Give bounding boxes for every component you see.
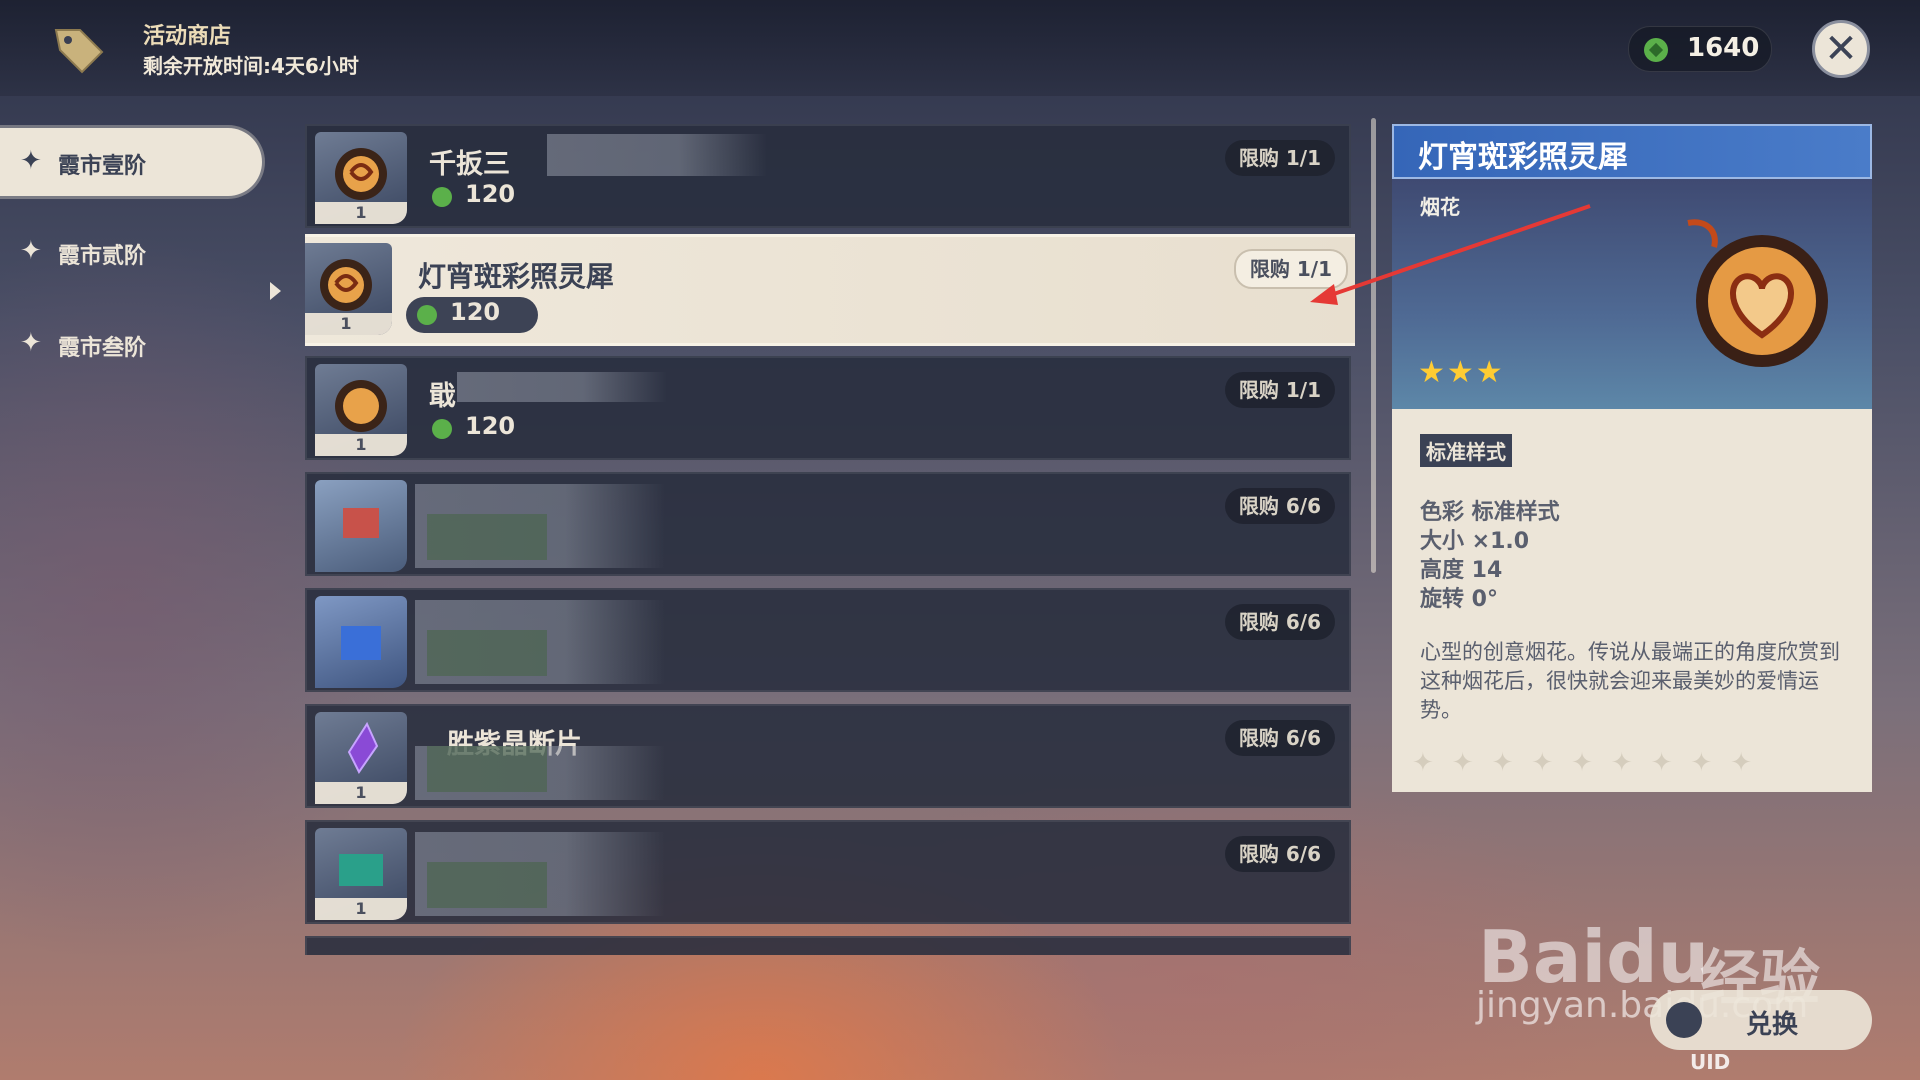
item-thumbnail: 1 — [315, 132, 407, 224]
item-price: 120 — [450, 298, 501, 326]
shop-row[interactable]: 1 戢 120 限购 1/1 — [305, 356, 1351, 460]
uid-label: UID — [1690, 1050, 1731, 1074]
shop-row[interactable]: 1 限购 6/6 — [305, 820, 1351, 924]
attr-rotation: 旋转 0° — [1420, 587, 1498, 612]
detail-title: 灯宵斑彩照灵犀 — [1418, 140, 1628, 175]
item-name: 戢 — [429, 381, 456, 412]
shop-tag-icon — [54, 29, 104, 74]
item-category: 烟花 — [1420, 195, 1460, 219]
crystal-icon — [347, 721, 379, 774]
shop-item-list[interactable]: 1 千扳三 120 限购 1/1 1 灯宵斑彩照灵犀 120 限购 1/1 1 … — [305, 120, 1355, 955]
mosaic-blur — [547, 134, 767, 176]
sidebar-item-label: 霞市叁阶 — [58, 336, 147, 361]
item-thumbnail — [315, 480, 407, 572]
purchase-limit-badge: 限购 6/6 — [1224, 488, 1335, 524]
purchase-limit-badge: 限购 1/1 — [1224, 140, 1335, 176]
detail-hero: 烟花 ★★★ — [1392, 179, 1872, 409]
firework-icon — [335, 380, 387, 432]
item-description: 心型的创意烟花。传说从最端正的角度欣赏到这种烟花后，很快就会迎来最美妙的爱情运势… — [1420, 640, 1840, 722]
sidebar-item-label: 霞市贰阶 — [58, 244, 147, 269]
shop-row[interactable]: 限购 6/6 — [305, 588, 1351, 692]
sidebar-item-tier-3[interactable]: ✦ 霞市叁阶 — [0, 310, 262, 378]
style-tag: 标准样式 — [1420, 434, 1512, 467]
mosaic-blur — [339, 854, 383, 886]
currency-amount: 1640 — [1687, 33, 1760, 63]
detail-header: 灯宵斑彩照灵犀 — [1392, 124, 1872, 179]
rarity-stars: ★★★ — [1418, 355, 1505, 390]
item-name: 灯宵斑彩照灵犀 — [418, 260, 615, 293]
shop-timer: 剩余开放时间:4天6小时 — [143, 54, 359, 78]
item-price: 120 — [465, 412, 516, 440]
mosaic-blur — [427, 630, 547, 676]
confirm-icon — [1666, 1002, 1702, 1038]
firework-icon — [320, 259, 372, 311]
sparkle-icon: ✦ — [20, 328, 42, 358]
item-thumbnail: 1 — [305, 243, 392, 335]
sparkle-icon: ✦ — [20, 146, 42, 176]
mosaic-blur — [341, 626, 381, 660]
item-thumbnail — [315, 596, 407, 688]
sparkle-icon: ✦ — [20, 236, 42, 266]
firework-icon — [335, 148, 387, 200]
purchase-limit-badge: 限购 6/6 — [1224, 836, 1335, 872]
shop-row[interactable]: 限购 6/6 — [305, 472, 1351, 576]
shop-row-partial[interactable] — [305, 936, 1351, 955]
coin-icon — [1644, 38, 1668, 62]
purchase-limit-badge: 限购 6/6 — [1224, 604, 1335, 640]
item-quantity: 1 — [315, 434, 407, 456]
item-thumbnail: 1 — [315, 364, 407, 456]
decorative-stripe: ✦✦✦✦✦✦✦✦✦ — [1412, 748, 1771, 778]
mosaic-blur — [427, 862, 547, 908]
heart-firework-icon — [1687, 219, 1828, 367]
mosaic-blur — [427, 746, 547, 792]
item-thumbnail: 1 — [315, 712, 407, 804]
exchange-button[interactable]: 兑换 — [1650, 990, 1872, 1050]
exchange-label: 兑换 — [1746, 1010, 1799, 1040]
item-quantity: 1 — [305, 313, 392, 335]
attr-height: 高度 14 — [1420, 558, 1503, 583]
shop-row[interactable]: 1 千扳三 120 限购 1/1 — [305, 124, 1351, 228]
item-quantity: 1 — [315, 782, 407, 804]
coin-icon — [432, 419, 452, 439]
item-name: 千扳三 — [429, 149, 510, 180]
shop-row-selected[interactable]: 1 灯宵斑彩照灵犀 120 限购 1/1 — [305, 234, 1355, 346]
sidebar-item-label: 霞市壹阶 — [58, 154, 147, 179]
item-quantity: 1 — [315, 202, 407, 224]
shop-title: 活动商店 — [143, 24, 232, 49]
coin-icon — [432, 187, 452, 207]
item-thumbnail: 1 — [315, 828, 407, 920]
close-button[interactable]: ✕ — [1812, 20, 1870, 78]
mosaic-blur — [457, 372, 667, 402]
purchase-limit-badge: 限购 1/1 — [1233, 249, 1348, 289]
purchase-limit-badge: 限购 6/6 — [1224, 720, 1335, 756]
mosaic-blur — [343, 508, 379, 538]
coin-icon — [417, 305, 437, 325]
purchase-limit-badge: 限购 1/1 — [1224, 372, 1335, 408]
item-detail-panel: 灯宵斑彩照灵犀 烟花 ★★★ 标准样式 色彩 标准样式 大小 ×1.0 高度 1… — [1392, 124, 1872, 792]
expand-arrow-icon — [270, 282, 281, 300]
sidebar-item-tier-1[interactable]: ✦ 霞市壹阶 — [0, 128, 262, 196]
mosaic-blur — [427, 514, 547, 560]
attr-size: 大小 ×1.0 — [1420, 529, 1530, 554]
close-icon: ✕ — [1824, 26, 1858, 72]
attr-color: 色彩 标准样式 — [1420, 500, 1560, 525]
item-quantity: 1 — [315, 898, 407, 920]
sidebar-item-tier-2[interactable]: ✦ 霞市贰阶 — [0, 218, 262, 286]
list-scrollbar[interactable] — [1371, 118, 1376, 573]
shop-row[interactable]: 1 胜紫晶断片 限购 6/6 — [305, 704, 1351, 808]
currency-display: 1640 — [1628, 26, 1772, 72]
item-price: 120 — [465, 180, 516, 208]
